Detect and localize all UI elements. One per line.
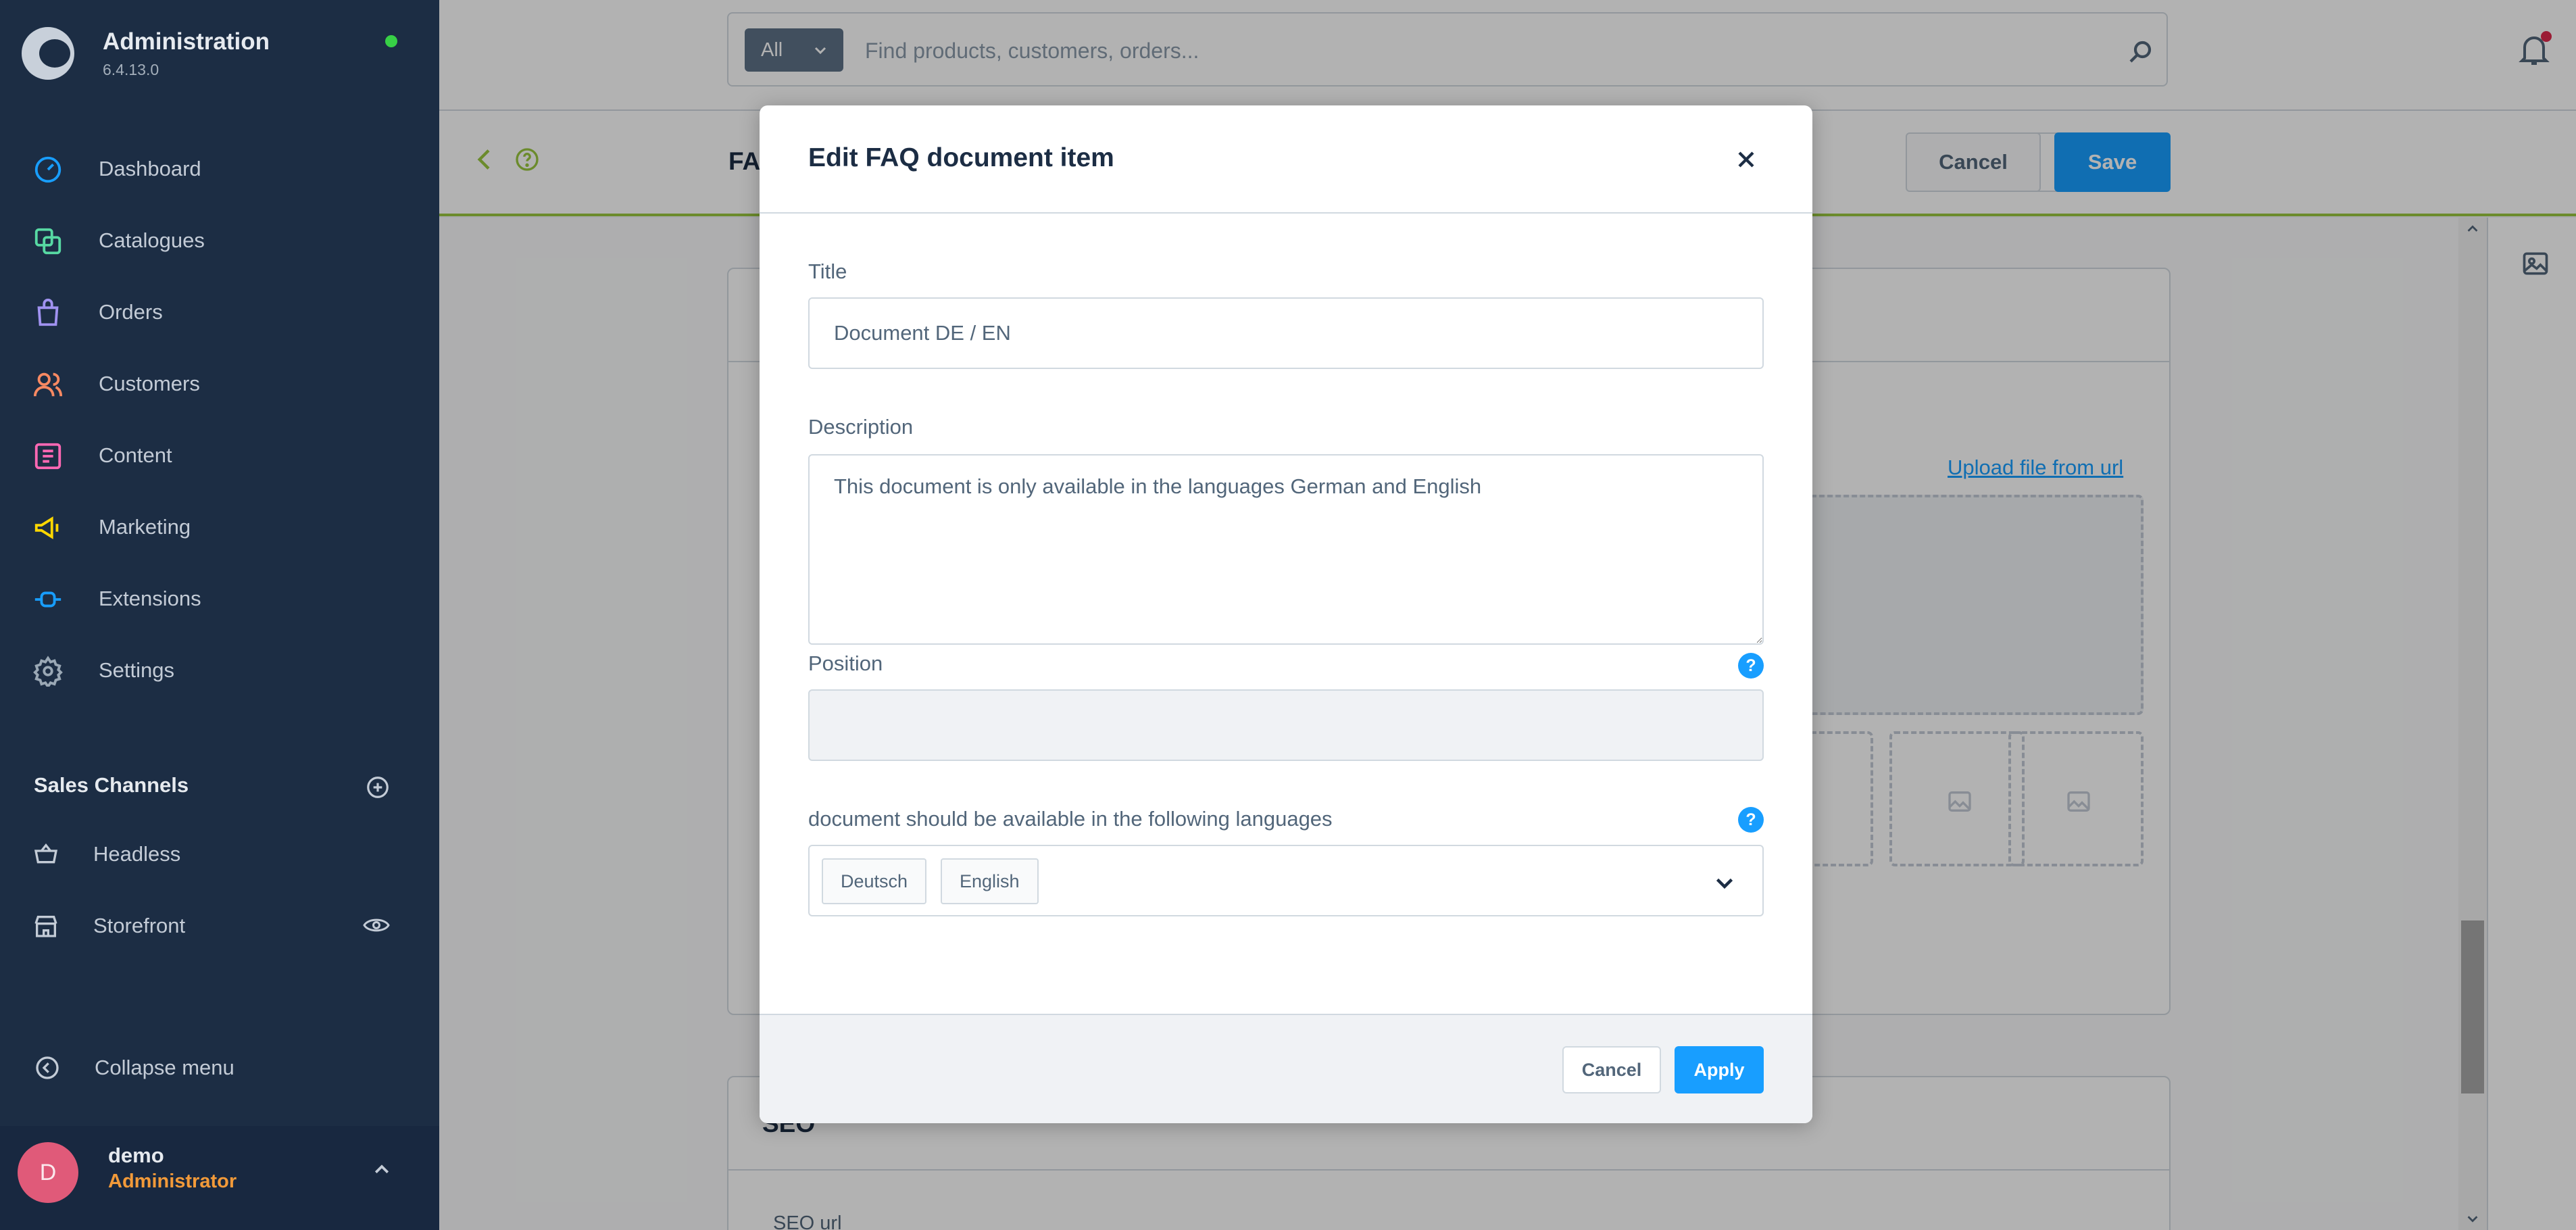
- sidebar-item-marketing[interactable]: Marketing: [0, 499, 439, 553]
- dashboard-icon: [34, 156, 61, 183]
- apply-button[interactable]: Apply: [1675, 1046, 1764, 1093]
- user-menu[interactable]: D demo Administrator: [0, 1126, 439, 1230]
- sales-channel-label: Storefront: [93, 914, 186, 937]
- app-logo[interactable]: [22, 27, 74, 80]
- eye-icon[interactable]: [362, 915, 391, 935]
- languages-multiselect[interactable]: Deutsch English: [808, 845, 1764, 916]
- sales-channel-storefront[interactable]: Storefront: [0, 897, 439, 952]
- chevron-up-icon[interactable]: [372, 1160, 392, 1180]
- sidebar-header: Administration 6.4.13.0: [0, 0, 439, 108]
- position-field[interactable]: [808, 689, 1764, 761]
- sidebar-item-content[interactable]: Content: [0, 427, 439, 481]
- settings-icon: [33, 656, 63, 687]
- catalogue-icon: [34, 228, 61, 255]
- avatar: D: [18, 1142, 78, 1203]
- add-sales-channel-icon[interactable]: [365, 774, 391, 800]
- sidebar-item-label: Settings: [99, 658, 175, 682]
- sidebar-item-label: Customers: [99, 372, 200, 395]
- online-status-indicator: [385, 35, 397, 47]
- basket-icon: [34, 843, 58, 864]
- chevron-down-icon[interactable]: [1712, 870, 1737, 895]
- sidebar-item-settings[interactable]: Settings: [0, 642, 439, 696]
- extensions-icon: [34, 591, 61, 608]
- content-icon: [34, 443, 61, 470]
- sidebar-item-label: Marketing: [99, 515, 191, 539]
- sidebar-item-catalogues[interactable]: Catalogues: [0, 212, 439, 266]
- sidebar-item-label: Extensions: [99, 587, 201, 610]
- language-tag[interactable]: Deutsch: [822, 858, 927, 904]
- title-field[interactable]: [808, 297, 1764, 369]
- marketing-icon: [34, 516, 59, 539]
- collapse-menu-button[interactable]: Collapse menu: [0, 1041, 439, 1095]
- app-title: Administration: [103, 28, 270, 55]
- position-label: Position: [808, 651, 883, 675]
- sidebar-item-label: Dashboard: [99, 157, 201, 180]
- modal-header: Edit FAQ document item: [760, 105, 1812, 214]
- modal-title: Edit FAQ document item: [808, 143, 1114, 172]
- user-role: Administrator: [108, 1171, 237, 1192]
- modal-footer: Cancel Apply: [760, 1014, 1812, 1123]
- app-version: 6.4.13.0: [103, 61, 159, 78]
- sidebar-item-orders[interactable]: Orders: [0, 284, 439, 338]
- close-icon[interactable]: [1733, 146, 1760, 173]
- sidebar-item-customers[interactable]: Customers: [0, 355, 439, 410]
- description-field[interactable]: This document is only available in the l…: [808, 454, 1764, 645]
- collapse-menu-label: Collapse menu: [95, 1056, 234, 1079]
- customers-icon: [33, 372, 63, 397]
- language-tag[interactable]: English: [941, 858, 1039, 904]
- description-label: Description: [808, 415, 914, 439]
- sales-channels-title: Sales Channels: [34, 773, 189, 797]
- edit-faq-document-modal: Edit FAQ document item Title Description…: [760, 105, 1812, 1123]
- storefront-icon: [34, 916, 57, 937]
- sidebar: Administration 6.4.13.0 Dashboard Catalo…: [0, 0, 439, 1230]
- orders-icon: [37, 298, 59, 326]
- languages-label: document should be available in the foll…: [808, 807, 1333, 831]
- sidebar-item-label: Orders: [99, 300, 163, 324]
- chevron-left-circle-icon: [36, 1056, 59, 1079]
- sidebar-item-dashboard[interactable]: Dashboard: [0, 141, 439, 195]
- sidebar-item-label: Content: [99, 443, 172, 467]
- title-label: Title: [808, 260, 847, 283]
- help-icon[interactable]: ?: [1738, 807, 1764, 833]
- sales-channel-label: Headless: [93, 842, 181, 866]
- sidebar-item-extensions[interactable]: Extensions: [0, 570, 439, 624]
- cancel-button[interactable]: Cancel: [1562, 1046, 1661, 1093]
- sales-channel-headless[interactable]: Headless: [0, 826, 439, 880]
- sidebar-item-label: Catalogues: [99, 228, 205, 252]
- user-name: demo: [108, 1143, 164, 1167]
- help-icon[interactable]: ?: [1738, 653, 1764, 679]
